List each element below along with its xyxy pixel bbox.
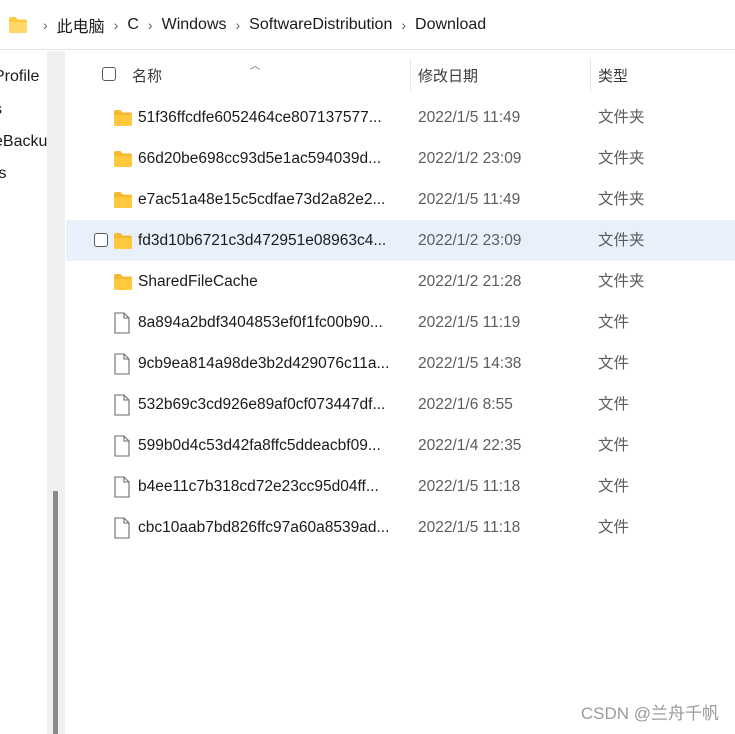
chevron-right-icon[interactable]: ›	[396, 17, 411, 33]
breadcrumb-item-windows[interactable]: Windows	[158, 16, 231, 34]
file-name[interactable]: e7ac51a48e15c5cdfae73d2a82e2...	[138, 179, 385, 220]
breadcrumb-item-softwaredistribution[interactable]: SoftwareDistribution	[245, 16, 396, 34]
chevron-right-icon[interactable]: ›	[38, 17, 53, 33]
file-row[interactable]: 51f36ffcdfe6052464ce807137577... 2022/1/5…	[66, 97, 735, 138]
folder-icon	[113, 271, 133, 293]
file-name[interactable]: 51f36ffcdfe6052464ce807137577...	[138, 97, 382, 138]
file-name[interactable]: SharedFileCache	[138, 261, 258, 302]
chevron-right-icon[interactable]: ›	[143, 17, 158, 33]
file-row[interactable]: b4ee11c7b318cd72e23cc95d04ff... 2022/1/5 …	[66, 466, 735, 507]
file-type: 文件夹	[598, 109, 645, 126]
file-name[interactable]: b4ee11c7b318cd72e23cc95d04ff...	[138, 466, 379, 507]
chevron-right-icon[interactable]: ›	[109, 17, 124, 33]
file-name[interactable]: cbc10aab7bd826ffc97a60a8539ad...	[138, 507, 389, 548]
column-divider[interactable]	[410, 59, 411, 91]
file-modified-date: 2022/1/2 23:09	[418, 232, 522, 249]
sort-ascending-icon: ︿	[250, 61, 260, 72]
file-type: 文件夹	[598, 273, 645, 290]
file-modified-date: 2022/1/5 11:49	[418, 191, 521, 208]
file-icon	[113, 435, 133, 457]
column-modified-header[interactable]: 修改日期	[418, 51, 478, 99]
nav-item-ts[interactable]: ts	[0, 165, 6, 183]
file-row[interactable]: cbc10aab7bd826ffc97a60a8539ad... 2022/1/5…	[66, 507, 735, 548]
file-type: 文件	[598, 314, 630, 331]
file-type: 文件	[598, 519, 630, 536]
file-row[interactable]: 599b0d4c53d42fa8ffc5ddeacbf09... 2022/1/4…	[66, 425, 735, 466]
file-modified-date: 2022/1/4 22:35	[418, 437, 522, 454]
breadcrumb: › 此电脑 › C › Windows › SoftwareDistributi…	[38, 0, 490, 50]
file-icon	[113, 476, 133, 498]
column-name-header[interactable]: 名称	[132, 51, 162, 99]
file-type: 文件夹	[598, 191, 645, 208]
file-type: 文件	[598, 396, 630, 413]
file-modified-date: 2022/1/5 11:49	[418, 109, 521, 126]
file-row[interactable]: fd3d10b6721c3d472951e08963c4... 2022/1/2 …	[66, 220, 735, 261]
row-checkbox[interactable]	[94, 233, 108, 247]
breadcrumb-item-download[interactable]: Download	[411, 16, 490, 34]
file-modified-date: 2022/1/5 14:38	[418, 355, 522, 372]
folder-icon	[113, 107, 133, 129]
file-modified-date: 2022/1/5 11:18	[418, 478, 521, 495]
file-icon	[113, 517, 133, 539]
column-type-header[interactable]: 类型	[598, 51, 628, 99]
nav-item-profile[interactable]: Profile	[0, 68, 39, 86]
file-list: 51f36ffcdfe6052464ce807137577... 2022/1/5…	[66, 97, 735, 548]
folder-icon	[113, 148, 133, 170]
nav-scrollbar-thumb[interactable]	[53, 491, 58, 734]
column-divider[interactable]	[590, 59, 591, 91]
file-icon	[113, 353, 133, 375]
nav-scrollbar[interactable]	[47, 51, 65, 734]
breadcrumb-item-c[interactable]: C	[123, 16, 143, 34]
file-icon	[113, 394, 133, 416]
file-row[interactable]: 9cb9ea814a98de3b2d429076c11a... 2022/1/5 …	[66, 343, 735, 384]
file-icon	[113, 312, 133, 334]
breadcrumb-item-this-pc[interactable]: 此电脑	[53, 13, 109, 37]
file-row[interactable]: 8a894a2bdf3404853ef0f1fc00b90... 2022/1/5…	[66, 302, 735, 343]
file-row[interactable]: e7ac51a48e15c5cdfae73d2a82e2... 2022/1/5 …	[66, 179, 735, 220]
file-modified-date: 2022/1/5 11:18	[418, 519, 521, 536]
file-type: 文件	[598, 478, 630, 495]
file-modified-date: 2022/1/2 23:09	[418, 150, 522, 167]
file-row[interactable]: SharedFileCache 2022/1/2 21:28 文件夹	[66, 261, 735, 302]
nav-item-ebacku[interactable]: eBacku	[0, 133, 47, 151]
file-name[interactable]: 8a894a2bdf3404853ef0f1fc00b90...	[138, 302, 383, 343]
file-modified-date: 2022/1/2 21:28	[418, 273, 522, 290]
file-modified-date: 2022/1/5 11:19	[418, 314, 521, 331]
file-name[interactable]: 66d20be698cc93d5e1ac594039d...	[138, 138, 381, 179]
file-name[interactable]: 599b0d4c53d42fa8ffc5ddeacbf09...	[138, 425, 381, 466]
folder-icon	[113, 230, 133, 252]
nav-item-s[interactable]: s	[0, 101, 2, 119]
file-name[interactable]: 532b69c3cd926e89af0cf073447df...	[138, 384, 385, 425]
file-name[interactable]: fd3d10b6721c3d472951e08963c4...	[138, 220, 386, 261]
navigation-pane: Profile s eBacku ts	[0, 51, 48, 734]
file-type: 文件	[598, 355, 630, 372]
file-type: 文件	[598, 437, 630, 454]
address-bar[interactable]: › 此电脑 › C › Windows › SoftwareDistributi…	[0, 0, 735, 50]
file-name[interactable]: 9cb9ea814a98de3b2d429076c11a...	[138, 343, 389, 384]
folder-icon	[9, 17, 27, 33]
folder-icon	[113, 189, 133, 211]
select-all-checkbox[interactable]	[102, 67, 116, 81]
file-row[interactable]: 66d20be698cc93d5e1ac594039d... 2022/1/2 2…	[66, 138, 735, 179]
file-type: 文件夹	[598, 232, 645, 249]
watermark: CSDN @兰舟千帆	[580, 704, 719, 723]
file-row[interactable]: 532b69c3cd926e89af0cf073447df... 2022/1/6…	[66, 384, 735, 425]
file-modified-date: 2022/1/6 8:55	[418, 396, 513, 413]
column-header: 名称 ︿ 修改日期 类型	[66, 51, 735, 99]
chevron-right-icon[interactable]: ›	[231, 17, 246, 33]
file-type: 文件夹	[598, 150, 645, 167]
